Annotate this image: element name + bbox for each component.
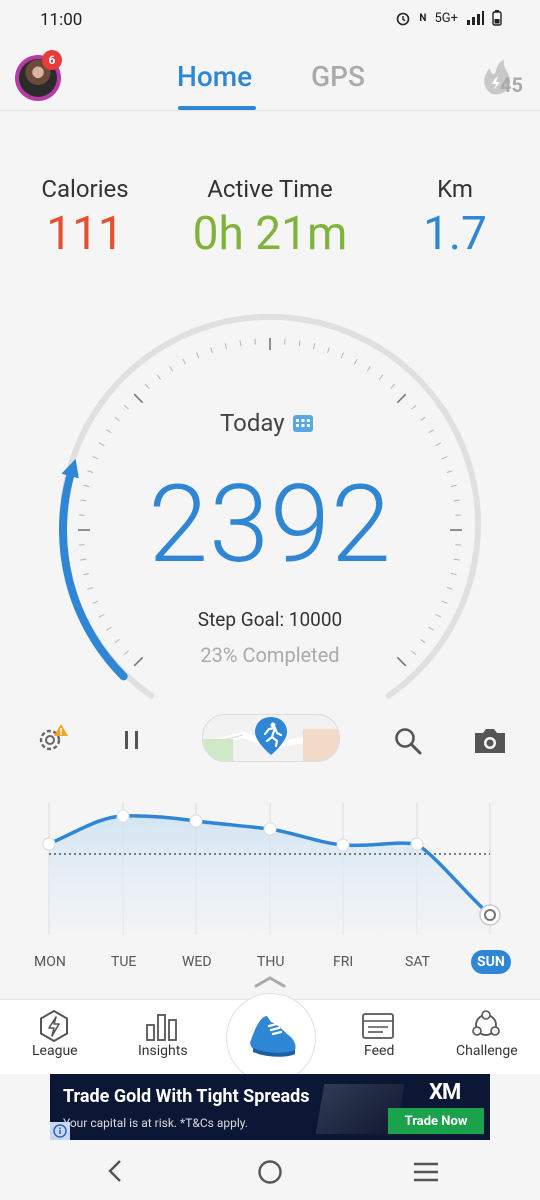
chart-point-fri — [336, 838, 350, 852]
ad-subtitle: Your capital is at risk. *T&Cs apply. — [63, 1116, 248, 1130]
ad-banner[interactable]: Trade Gold With Tight Spreads Your capit… — [50, 1074, 490, 1140]
active-time-value: 0h 21m — [192, 207, 348, 261]
gauge-tick — [224, 343, 228, 350]
signal-icon — [467, 11, 484, 25]
nav-league-label[interactable]: League — [32, 1043, 78, 1059]
feed-icon[interactable] — [361, 1012, 395, 1040]
tab-gps[interactable]: GPS — [311, 60, 365, 93]
gauge-tick — [327, 347, 330, 354]
gauge-tick — [133, 393, 144, 404]
ad-brand-logo: XM — [429, 1080, 461, 1105]
gauge-tick — [239, 340, 242, 347]
gauge-tick — [182, 358, 187, 365]
top-bar — [0, 44, 540, 111]
gauge-tick — [353, 358, 358, 365]
nav-feed-label[interactable]: Feed — [364, 1043, 394, 1059]
ad-info-icon[interactable] — [50, 1122, 70, 1140]
chart-point-mon — [42, 837, 56, 851]
ad-cta-button[interactable]: Trade Now — [388, 1108, 484, 1134]
day-sun[interactable]: SUN — [477, 954, 505, 970]
ad-title: Trade Gold With Tight Spreads — [63, 1086, 310, 1107]
lightning-hexagon-icon[interactable] — [38, 1009, 70, 1043]
nav-center-button[interactable] — [226, 993, 316, 1083]
gear-warning-icon[interactable] — [34, 722, 70, 758]
map-toggle[interactable] — [202, 714, 340, 762]
chevron-up-icon — [254, 976, 286, 988]
gauge-tick — [428, 429, 434, 434]
home-icon[interactable] — [256, 1158, 284, 1186]
gauge-tick — [210, 347, 213, 354]
step-goal[interactable]: Step Goal: 10000 — [0, 608, 540, 631]
gauge-tick — [312, 343, 316, 350]
tab-home[interactable]: Home — [177, 60, 252, 93]
km-value: 1.7 — [423, 207, 487, 261]
streak-count: 45 — [500, 73, 523, 97]
status-icons: N 5G+ — [395, 10, 502, 26]
status-time: 11:00 — [40, 10, 83, 30]
battery-icon — [492, 10, 502, 26]
gauge-tick — [378, 374, 384, 380]
gauge-tick — [298, 340, 301, 347]
active-time-label: Active Time — [207, 175, 333, 203]
day-sat[interactable]: SAT — [405, 954, 430, 970]
day-mon[interactable]: MON — [34, 954, 66, 970]
calories-value: 111 — [46, 207, 124, 261]
search-icon[interactable] — [393, 726, 423, 756]
gauge-tick — [156, 374, 162, 380]
challenge-icon[interactable] — [469, 1009, 503, 1041]
camera-icon[interactable] — [472, 726, 508, 756]
notification-badge: 6 — [42, 50, 62, 70]
day-fri[interactable]: FRI — [333, 954, 353, 970]
nav-challenge-label[interactable]: Challenge — [456, 1043, 518, 1059]
gauge-tick — [441, 600, 448, 604]
shoe-icon — [250, 1016, 296, 1057]
gauge-tick — [169, 366, 174, 372]
gauge-tick — [92, 600, 99, 604]
status-bar: 11:00 N 5G+ — [0, 0, 540, 44]
gauge-tick — [411, 404, 417, 410]
day-wed[interactable]: WED — [182, 954, 212, 970]
bar-chart-icon[interactable] — [145, 1011, 179, 1041]
km-label: Km — [437, 175, 473, 203]
nfc-icon: N — [419, 12, 427, 24]
gauge-tick — [390, 383, 396, 389]
nav-insights-label[interactable]: Insights — [138, 1043, 188, 1059]
chart-point-thu — [263, 822, 277, 836]
step-count: 2392 — [148, 462, 392, 588]
gauge-tick — [340, 352, 344, 359]
system-nav-bar — [0, 1140, 540, 1200]
period-label[interactable]: Today — [220, 409, 285, 437]
network-label: 5G+ — [434, 10, 458, 26]
chart-point-wed — [189, 814, 203, 828]
alarm-icon — [397, 12, 410, 26]
recents-icon[interactable] — [412, 1160, 440, 1184]
gauge-tick — [196, 352, 200, 359]
chart-point-sat — [410, 837, 424, 851]
gauge-tick — [441, 456, 448, 460]
gauge-tick — [123, 404, 129, 410]
gauge-tick — [144, 383, 150, 389]
gauge-tick — [114, 416, 120, 422]
day-thu[interactable]: THU — [257, 954, 284, 970]
gauge-tick — [366, 366, 371, 372]
gauge-tick — [396, 393, 407, 404]
gauge-tick — [98, 442, 105, 447]
runner-pin-icon — [203, 717, 339, 761]
back-icon[interactable] — [104, 1158, 126, 1184]
chart-point-tue — [116, 809, 130, 823]
gauge-tick — [92, 456, 99, 460]
day-tue[interactable]: TUE — [111, 954, 136, 970]
calories-label: Calories — [41, 175, 129, 203]
gauge-tick — [435, 442, 442, 447]
gauge-tick — [106, 429, 112, 434]
pause-icon[interactable] — [120, 728, 144, 752]
tab-active-indicator — [178, 106, 256, 110]
gauge-tick — [420, 416, 426, 422]
calendar-icon[interactable] — [292, 413, 314, 433]
completed-percent: 23% Completed — [200, 643, 340, 667]
